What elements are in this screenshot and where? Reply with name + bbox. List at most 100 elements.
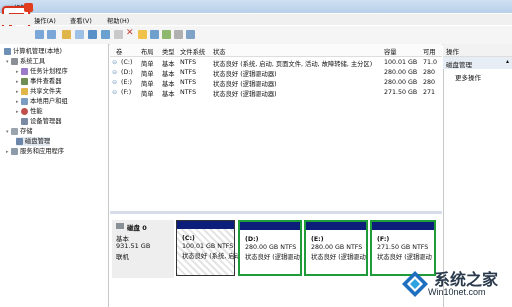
- partition-d[interactable]: (D:) 280.00 GB NTFS 状态良好 (逻辑驱动: [238, 220, 302, 276]
- table-row[interactable]: ⊖ (C:) 简单 基本 NTFS 状态良好 (系统, 启动, 页面文件, 活动…: [110, 58, 442, 68]
- device-icon: [21, 117, 28, 125]
- cell-filesystem: NTFS: [180, 59, 197, 66]
- navigation-tree: 计算机管理(本地) ▾ 系统工具 ▸ 任务计划程序 ▸ 事件查看器 ▸ 共享文件夹 ▸ 本…: [0, 44, 109, 307]
- cell-filesystem: NTFS: [180, 79, 197, 86]
- folder-up-icon[interactable]: [62, 30, 71, 39]
- title-bar: [0, 0, 512, 13]
- menu-bar: 操作(A) 查看(V) 帮助(H): [0, 14, 512, 25]
- partition-name: (D:): [245, 236, 259, 243]
- drive-icon: ⊖: [112, 59, 118, 66]
- column-header-type[interactable]: 类型: [162, 47, 175, 56]
- partition-name: (F:): [377, 236, 390, 243]
- cell-layout: 简单: [141, 61, 154, 68]
- storage-icon: [11, 127, 18, 135]
- cell-volume: (C:): [121, 59, 133, 66]
- menu-view[interactable]: 查看(V): [70, 16, 92, 25]
- cell-filesystem: NTFS: [180, 69, 197, 76]
- delete-icon[interactable]: ✕: [126, 28, 134, 38]
- disk-icon: [116, 223, 124, 229]
- partition-status: 状态良好 (逻辑驱动: [245, 254, 300, 261]
- cell-layout: 简单: [141, 81, 154, 88]
- cell-free: 271: [423, 89, 436, 96]
- tree-item-system-tools[interactable]: ▾ 系统工具: [6, 57, 45, 66]
- partition-status: 状态良好 (逻辑驱动: [377, 254, 432, 261]
- actions-section-title: 磁盘管理: [446, 61, 472, 69]
- table-row[interactable]: ⊖ (E:) 简单 基本 NTFS 状态良好 (逻辑驱动器) 280.00 GB…: [110, 78, 442, 88]
- partition-bar: [306, 222, 366, 230]
- chevron-up-icon[interactable]: ▴: [506, 58, 509, 65]
- column-header-filesystem[interactable]: 文件系统: [180, 47, 205, 56]
- more-actions-link[interactable]: 更多操作: [455, 72, 481, 82]
- column-header-free[interactable]: 可用: [423, 47, 436, 56]
- volume-rows: ⊖ (C:) 简单 基本 NTFS 状态良好 (系统, 启动, 页面文件, 活动…: [110, 58, 442, 98]
- disk-size: 931.51 GB: [116, 242, 151, 250]
- column-header-layout[interactable]: 布局: [141, 47, 154, 56]
- computer-icon: [4, 47, 11, 55]
- partition-bar: [177, 221, 234, 229]
- open-icon[interactable]: [138, 30, 147, 39]
- cell-capacity: 100.01 GB: [384, 59, 418, 66]
- check-icon[interactable]: [174, 30, 183, 39]
- cell-free: 280: [423, 69, 436, 76]
- cell-capacity: 271.50 GB: [384, 89, 418, 96]
- cell-layout: 简单: [141, 71, 154, 78]
- users-icon: [21, 97, 28, 105]
- help-icon[interactable]: [101, 30, 110, 39]
- volume-list-header: 卷 布局 类型 文件系统 状态 容量 可用: [110, 44, 442, 57]
- cell-capacity: 280.00 GB: [384, 69, 418, 76]
- column-header-capacity[interactable]: 容量: [384, 47, 397, 56]
- drive-icon: ⊖: [112, 69, 118, 76]
- services-icon: [11, 147, 18, 155]
- search-icon[interactable]: [162, 30, 171, 39]
- save-icon[interactable]: [150, 30, 159, 39]
- tree-item-device-manager[interactable]: 设备管理器: [21, 117, 61, 126]
- cell-volume: (D:): [121, 69, 133, 76]
- event-icon: [21, 77, 28, 85]
- partition-c[interactable]: (C:) 100.01 GB NTFS 状态良好 (系统, 启动: [176, 220, 241, 276]
- performance-icon: [21, 107, 28, 115]
- tree-item-task-scheduler[interactable]: ▸ 任务计划程序: [16, 67, 68, 76]
- display-icon[interactable]: [186, 30, 195, 39]
- table-row[interactable]: ⊖ (D:) 简单 基本 NTFS 状态良好 (逻辑驱动器) 280.00 GB…: [110, 68, 442, 78]
- partition-size: 100.01 GB NTFS: [182, 243, 234, 250]
- tree-item-event-viewer[interactable]: ▸ 事件查看器: [16, 77, 61, 86]
- tree-item-local-users-groups[interactable]: ▸ 本地用户和组: [16, 97, 68, 106]
- table-row[interactable]: ⊖ (F:) 简单 基本 NTFS 状态良好 (逻辑驱动器) 271.50 GB…: [110, 88, 442, 98]
- tree-item-shared-folders[interactable]: ▸ 共享文件夹: [16, 87, 61, 96]
- actions-title: 操作: [446, 48, 459, 56]
- properties-icon[interactable]: [88, 30, 97, 39]
- cell-type: 基本: [162, 91, 175, 98]
- tree-item-services-applications[interactable]: ▸ 服务和应用程序: [6, 147, 64, 156]
- cell-volume: (E:): [121, 79, 133, 86]
- tree-item-performance[interactable]: ▸ 性能: [16, 107, 43, 116]
- cell-volume: (F:): [121, 89, 132, 96]
- partition-size: 280.00 GB NTFS: [245, 244, 297, 251]
- cell-free: 71.0: [423, 59, 438, 66]
- tools-icon: [11, 57, 18, 65]
- partition-e[interactable]: (E:) 280.00 GB NTFS 状态良好 (逻辑驱动: [304, 220, 368, 276]
- partition-bar: [240, 222, 300, 230]
- table-icon[interactable]: [114, 30, 123, 39]
- menu-action[interactable]: 操作(A): [34, 16, 56, 25]
- disk-icon: [16, 137, 23, 145]
- column-header-volume[interactable]: 卷: [116, 47, 122, 56]
- partition-name: (C:): [182, 235, 195, 242]
- show-hide-tree-icon[interactable]: [75, 30, 84, 39]
- tree-item-computer-management[interactable]: 计算机管理(本地): [4, 47, 62, 56]
- menu-help[interactable]: 帮助(H): [107, 16, 129, 25]
- clock-icon: [21, 67, 28, 75]
- cell-status: 状态良好 (逻辑驱动器): [213, 81, 277, 88]
- cell-status: 状态良好 (逻辑驱动器): [213, 71, 277, 78]
- cell-status: 状态良好 (系统, 启动, 页面文件, 活动, 故障转储, 主分区): [213, 61, 373, 68]
- back-icon[interactable]: [35, 30, 44, 39]
- column-header-status[interactable]: 状态: [213, 47, 226, 56]
- partition-status: 状态良好 (逻辑驱动: [311, 254, 366, 261]
- tree-item-disk-management[interactable]: 磁盘管理: [16, 137, 51, 146]
- folder-icon: [21, 87, 28, 95]
- disk-info-box[interactable]: 磁盘 0 基本 931.51 GB 联机: [112, 220, 174, 278]
- disk-state: 联机: [116, 253, 129, 261]
- cell-filesystem: NTFS: [180, 89, 197, 96]
- actions-section[interactable]: 磁盘管理 ▴: [443, 57, 512, 69]
- tree-item-storage[interactable]: ▾ 存储: [6, 127, 33, 136]
- forward-icon[interactable]: [47, 30, 56, 39]
